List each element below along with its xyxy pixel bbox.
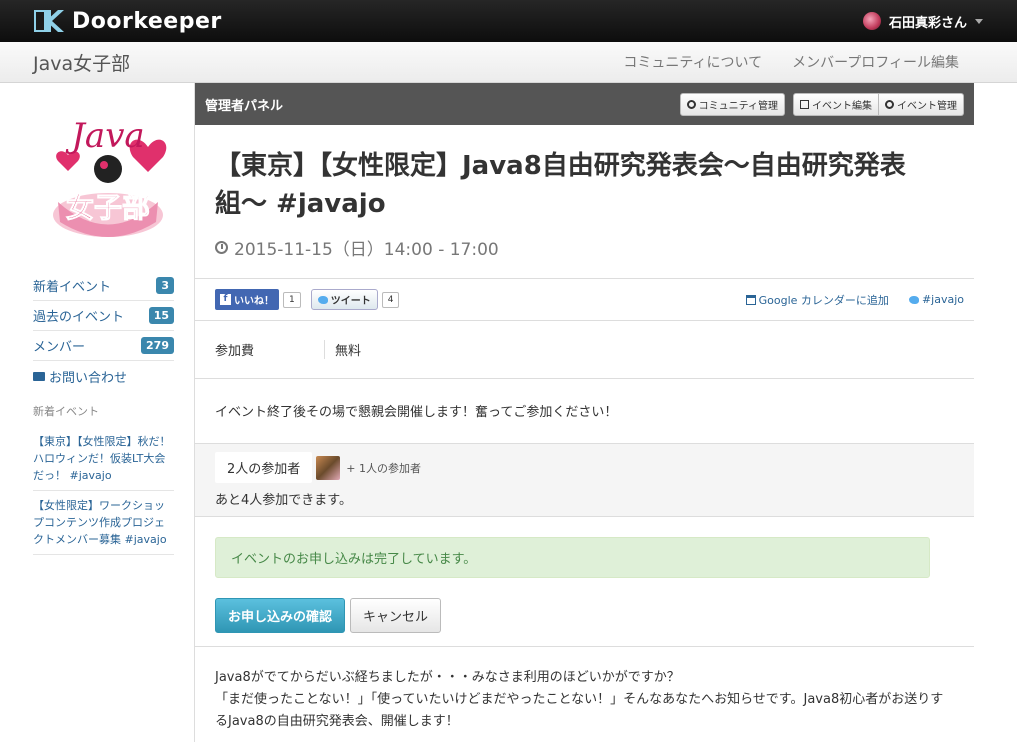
edit-icon <box>800 99 809 109</box>
count-badge: 15 <box>148 307 174 324</box>
button-label: イベント管理 <box>897 100 957 112</box>
participant-count[interactable]: 2人の参加者 <box>215 452 313 483</box>
tweet-count: 4 <box>381 291 400 308</box>
user-name: 石田真彩さん <box>888 15 967 31</box>
sidebar-nav: 新着イベント 3 過去のイベント 15 メンバー 279 <box>33 271 174 361</box>
event-content: 管理者パネル コミュニティ管理 イベント編集 イベント管理 【東京】【女性限定】… <box>194 83 974 742</box>
button-label: イベント編集 <box>812 100 872 112</box>
fee-value: 無料 <box>335 344 362 359</box>
community-about-link[interactable]: コミュニティについて <box>623 52 762 72</box>
description-paragraph: 「まだ使ったことない！」「使っていたいけどまだやったことない！」そんなあなたへお… <box>215 692 944 729</box>
community-logo[interactable]: Java 女子部 <box>38 107 178 247</box>
fee-row: 参加費 無料 <box>195 321 974 379</box>
logo-text-top: Java <box>65 116 144 156</box>
button-label: コミュニティ管理 <box>698 100 778 112</box>
sidebar-item-contact[interactable]: お問い合わせ <box>33 361 174 391</box>
sidebar-item-members[interactable]: メンバー 279 <box>33 331 174 361</box>
event-title: 【東京】【女性限定】Java8自由研究発表会〜自由研究発表組〜 #javajo <box>215 151 906 219</box>
sidebar: Java 女子部 新着イベント 3 過去のイベント 15 メンバー 279 お問… <box>0 83 194 742</box>
community-manage-button[interactable]: コミュニティ管理 <box>679 92 785 116</box>
dashboard-icon <box>885 99 894 109</box>
envelope-icon <box>33 371 45 381</box>
gcal-label: Google カレンダーに追加 <box>758 293 889 307</box>
count-badge: 279 <box>141 337 174 354</box>
admin-panel: 管理者パネル コミュニティ管理 イベント編集 イベント管理 <box>195 83 974 125</box>
community-header: Java女子部 コミュニティについて メンバープロフィール編集 <box>0 42 1017 83</box>
sidebar-item-label: 過去のイベント <box>33 310 125 325</box>
contact-label: お問い合わせ <box>49 370 128 386</box>
fb-like-count: 1 <box>283 291 301 308</box>
event-description: Java8がでてからだいぶ経ちましたが・・・みなさま利用のほどいかがですか？ 「… <box>195 647 974 742</box>
event-note: イベント終了後その場で懇親会開催します！奮ってご参加ください！ <box>195 379 974 444</box>
twitter-icon <box>908 295 919 304</box>
hashtag-label: #javajo <box>921 293 964 306</box>
dashboard-icon <box>686 99 696 109</box>
calendar-icon <box>745 294 756 305</box>
participant-avatar[interactable] <box>316 455 341 480</box>
sidebar-item-past-events[interactable]: 過去のイベント 15 <box>33 301 174 331</box>
fee-label: 参加費 <box>215 340 325 359</box>
community-nav: コミュニティについて メンバープロフィール編集 <box>623 52 959 72</box>
event-date-text: 2015-11-15（日）14:00 - 17:00 <box>234 240 499 260</box>
user-menu[interactable]: 石田真彩さん <box>862 12 983 31</box>
count-badge: 3 <box>156 277 174 294</box>
twitter-icon <box>317 295 328 304</box>
recent-event-link[interactable]: 【東京】【女性限定】秋だ！ハロウィンだ！仮装LT大会だっ！ #javajo <box>33 427 174 491</box>
top-navbar: Doorkeeper 石田真彩さん <box>0 0 1017 42</box>
community-name[interactable]: Java女子部 <box>33 49 130 76</box>
application-status-alert: イベントのお申し込みは完了しています。 <box>215 537 930 578</box>
event-manage-button[interactable]: イベント管理 <box>879 92 964 116</box>
description-paragraph: Java8がでてからだいぶ経ちましたが・・・みなさま利用のほどいかがですか？ <box>215 670 680 685</box>
sidebar-item-label: 新着イベント <box>33 280 112 295</box>
admin-panel-title: 管理者パネル <box>205 98 284 114</box>
clock-icon <box>215 241 228 254</box>
tweet-label: ツイート <box>330 296 371 307</box>
more-participants: + 1人の参加者 <box>346 461 421 475</box>
hashtag-link[interactable]: #javajo <box>908 293 964 306</box>
remaining-seats: あと4人参加できます。 <box>215 493 352 508</box>
sidebar-item-new-events[interactable]: 新着イベント 3 <box>33 271 174 301</box>
google-calendar-link[interactable]: Google カレンダーに追加 <box>745 292 889 308</box>
tweet-button[interactable]: ツイート 4 <box>310 289 400 310</box>
logo-text-bottom: 女子部 <box>66 191 150 224</box>
recent-event-link[interactable]: 【女性限定】ワークショップコンテンツ作成プロジェクトメンバー募集 #javajo <box>33 491 174 555</box>
cancel-button[interactable]: キャンセル <box>350 598 442 633</box>
doorkeeper-logo-icon <box>34 10 64 32</box>
profile-edit-link[interactable]: メンバープロフィール編集 <box>792 52 959 72</box>
event-datetime: 2015-11-15（日）14:00 - 17:00 <box>195 223 974 279</box>
caret-down-icon <box>975 18 983 24</box>
brand-link[interactable]: Doorkeeper <box>32 8 222 34</box>
social-share-row: f いいね！ 1 ツイート 4 Google カレンダーに追加 #javajo <box>195 279 974 321</box>
application-section: イベントのお申し込みは完了しています。 お申し込みの確認 キャンセル <box>195 517 974 647</box>
facebook-icon: f <box>220 294 231 305</box>
sidebar-item-label: メンバー <box>33 340 86 355</box>
confirm-application-button[interactable]: お申し込みの確認 <box>215 598 346 633</box>
brand-name: Doorkeeper <box>72 8 222 34</box>
user-avatar <box>862 12 881 30</box>
fb-like-label: いいね！ <box>234 296 274 307</box>
participants-panel: 2人の参加者 + 1人の参加者 あと4人参加できます。 <box>195 444 974 517</box>
facebook-like-button[interactable]: f いいね！ 1 <box>215 289 301 310</box>
event-edit-button[interactable]: イベント編集 <box>793 92 879 116</box>
recent-events-heading: 新着イベント <box>33 405 99 418</box>
